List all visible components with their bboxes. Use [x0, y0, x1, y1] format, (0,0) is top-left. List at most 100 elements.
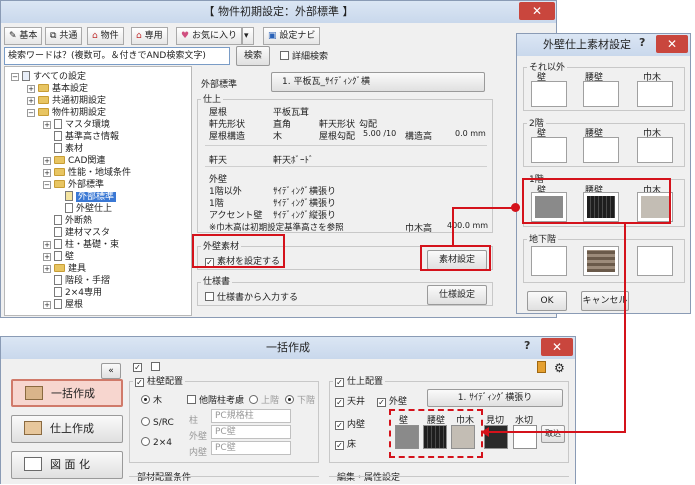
tree-item-exterior-std[interactable]: 外部標準	[65, 191, 117, 203]
bulk-swatch-highlight	[389, 409, 483, 458]
toolbar-favorites-button[interactable]: ♥ お気に入り	[176, 27, 242, 45]
bulk-swatch-mizukiri[interactable]	[513, 425, 537, 449]
radio-src[interactable]: S/RC	[141, 417, 174, 428]
tree-item-wall[interactable]: + 壁	[43, 251, 74, 263]
tree-item-exterior-finish[interactable]: 外壁仕上	[65, 203, 112, 215]
floor-checkbox[interactable]: ✓ 床	[335, 437, 356, 450]
toolbar-navi-button[interactable]: ▣ 設定ナビ	[263, 27, 321, 45]
basement-group-label: 地下階	[527, 232, 559, 245]
radio-upper[interactable]: 上階	[249, 393, 279, 406]
baseboard-note: ※巾木高は初期設定基準高さを参照	[209, 223, 344, 233]
tree-item-common[interactable]: + 共通初期設定	[27, 95, 106, 107]
check-all-icon[interactable]: ✓	[133, 362, 145, 372]
radio-wood[interactable]: 木	[141, 393, 162, 406]
radio-lower[interactable]: 下階	[285, 393, 315, 406]
finish-group-label: 仕上	[201, 92, 224, 105]
spec-group-label: 仕様書	[201, 274, 233, 287]
tree-item-fitting[interactable]: + 建具	[43, 263, 86, 275]
accent-wall-label: アクセント壁	[209, 211, 263, 221]
search-button[interactable]: 検索	[236, 46, 270, 66]
tree-item-insulation[interactable]: 外断熱	[54, 215, 92, 227]
ceiling-checkbox[interactable]: ✓ 天井	[335, 394, 365, 407]
tree-item-stairs[interactable]: 階段・手摺	[54, 275, 110, 287]
arrow-head	[481, 427, 489, 437]
radio-2x4[interactable]: 2×4	[141, 437, 172, 448]
material-swatch[interactable]	[637, 137, 673, 163]
collapse-button[interactable]: «	[101, 363, 121, 379]
material-swatch[interactable]	[583, 81, 619, 107]
pin-icon[interactable]	[537, 361, 546, 373]
outer-wall-checkbox[interactable]: ✓ 外壁	[377, 394, 407, 407]
search-input[interactable]: 検索ワードは？(複数可。＆付きでAND検索文字)	[4, 47, 230, 65]
tree-item-root[interactable]: − すべての設定	[11, 71, 86, 83]
tree-item-basic[interactable]: + 基本設定	[27, 83, 88, 95]
tree-item-column[interactable]: + 柱・基礎・束	[43, 239, 119, 251]
toolbar-basic-button[interactable]: ✎ 基本	[4, 27, 43, 45]
outer-wall-select[interactable]: PC壁	[211, 425, 291, 439]
bulk-close-button[interactable]: ✕	[541, 338, 573, 356]
tree-item-property[interactable]: − 物件初期設定	[27, 107, 106, 119]
tree-item-height[interactable]: 基準高さ情報	[54, 131, 119, 143]
tree-item-fixture-master[interactable]: 建材マスタ	[54, 227, 110, 239]
bulk-create-icon	[25, 386, 43, 400]
material-swatch[interactable]	[637, 81, 673, 107]
input-from-spec-checkbox[interactable]: 仕様書から入力する	[205, 290, 298, 303]
material-swatch[interactable]	[531, 137, 567, 163]
inner-wall-checkbox[interactable]: ✓ 内壁	[335, 417, 365, 430]
toolbar-dedicated-button[interactable]: ⌂ 専用	[131, 27, 168, 45]
detail-search-checkbox[interactable]: 詳細検索	[280, 49, 328, 62]
connector-line	[452, 207, 516, 209]
help-button[interactable]: ?	[524, 339, 530, 352]
nav-finish-create[interactable]: 仕上作成	[11, 415, 123, 443]
import-button[interactable]: 取込	[541, 425, 565, 443]
heart-icon: ♥	[181, 31, 190, 41]
tree-item-cad[interactable]: + CAD関連	[43, 155, 105, 167]
tree-item-master[interactable]: + マスタ環境	[43, 119, 110, 131]
connector-line	[483, 431, 626, 433]
dialog-close-button[interactable]: ✕	[656, 35, 688, 53]
connector-dot	[511, 203, 520, 212]
uncheck-all-icon[interactable]	[151, 362, 163, 373]
tree-item-two-by-four[interactable]: 2×4専用	[54, 287, 102, 299]
structure-height-value: 0.0 mm	[455, 129, 486, 138]
nav-drawing[interactable]: 図 面 化	[11, 451, 123, 479]
ok-button[interactable]: OK	[527, 291, 567, 311]
material-swatch[interactable]	[583, 137, 619, 163]
outer-wall-finish-selector[interactable]: 1. ｻｲﾃﾞｨﾝｸﾞ横張り	[427, 389, 563, 407]
bulk-create-window: 一括作成 ? ✕ « 一括作成 仕上作成 図 面 化 ✓ ⚙ ✓ 柱壁配置 木 他…	[0, 336, 576, 484]
tree-item-roof[interactable]: + 屋根	[43, 299, 83, 311]
other-floor-checkbox[interactable]: 他階柱考慮	[187, 393, 244, 406]
cancel-button[interactable]: キャンセル	[581, 291, 629, 311]
material-swatch[interactable]	[637, 246, 673, 276]
material-swatch[interactable]	[583, 246, 619, 276]
spec-settings-button[interactable]: 仕様設定	[427, 285, 487, 305]
exterior-std-label: 外部標準	[201, 80, 238, 90]
tree-item-material[interactable]: 素材	[54, 143, 83, 155]
outer-wall-label: 外壁	[189, 432, 208, 442]
accent-wall-value: ｻｲﾃﾞｨﾝｸﾞ縦張り	[273, 211, 337, 221]
pencil-icon: ✎	[9, 31, 17, 41]
house-icon: ⌂	[92, 31, 98, 41]
tree-item-performance[interactable]: + 性能・地域条件	[43, 167, 131, 179]
divider	[329, 476, 569, 477]
baseboard-label: 巾木高	[405, 224, 433, 234]
exterior-std-selector[interactable]: 1. 平板瓦_ｻｲﾃﾞｨﾝｸﾞ横	[271, 72, 485, 92]
finish-place-checkbox[interactable]: ✓ 仕上配置	[333, 374, 386, 387]
close-button[interactable]: ✕	[519, 2, 555, 20]
gear-icon[interactable]: ⚙	[554, 361, 565, 375]
inner-wall-select[interactable]: PC壁	[211, 441, 291, 455]
divider	[129, 476, 319, 477]
toolbar-property-button[interactable]: ⌂ 物件	[87, 27, 124, 45]
tree-item-exterior[interactable]: − 外部標準	[43, 179, 104, 191]
favorites-dropdown[interactable]: ▾	[242, 27, 254, 45]
toolbar-common-button[interactable]: ⧉ 共通	[45, 27, 83, 45]
connector-line	[624, 224, 626, 432]
eave-ceiling-label: 軒天	[209, 156, 228, 166]
help-button[interactable]: ?	[639, 36, 645, 49]
nav-bulk-create[interactable]: 一括作成	[11, 379, 123, 407]
connector-line	[452, 207, 454, 247]
column-select[interactable]: PC規格柱	[211, 409, 291, 423]
material-swatch[interactable]	[531, 81, 567, 107]
column-wall-checkbox[interactable]: ✓ 柱壁配置	[133, 374, 186, 387]
material-swatch[interactable]	[531, 246, 567, 276]
